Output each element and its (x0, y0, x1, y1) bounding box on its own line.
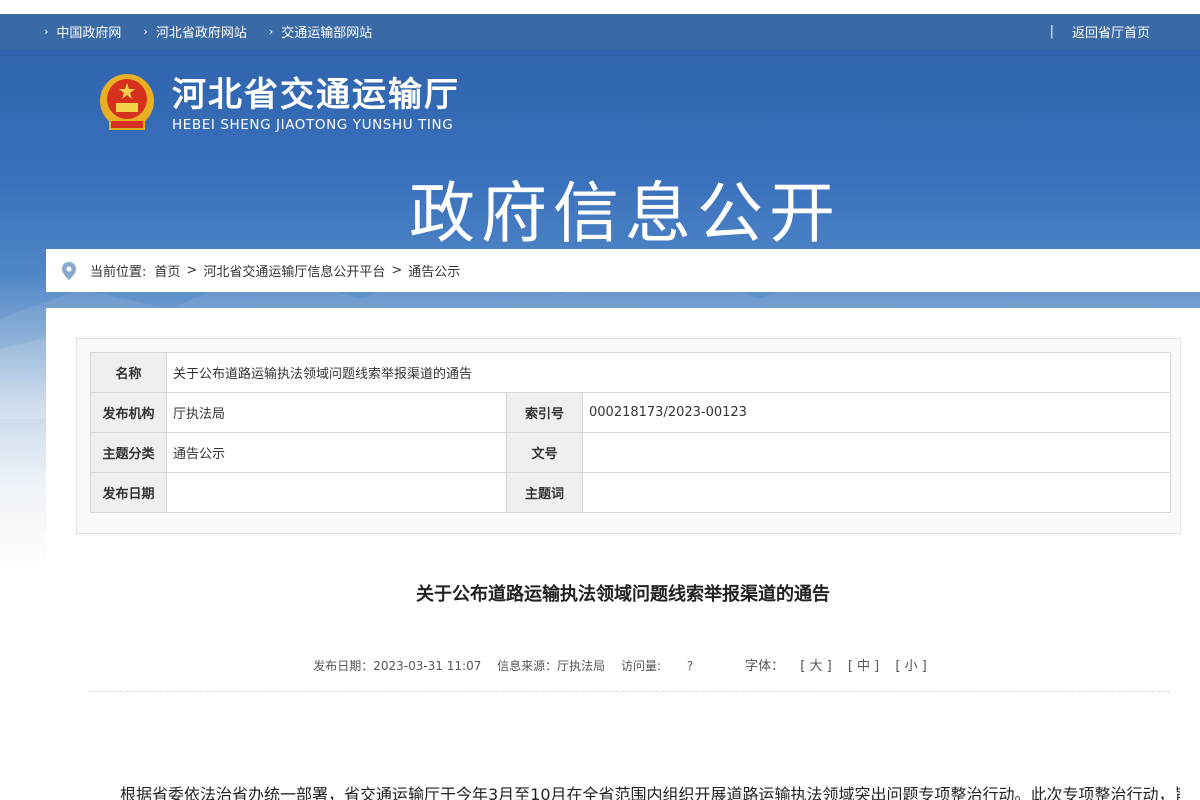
table-row: 发布机构 厅执法局 索引号 000218173/2023-00123 (90, 392, 1171, 433)
chevron-right-icon: › (268, 25, 274, 38)
font-small-button[interactable]: [ 小 ] (895, 659, 926, 674)
publisher-value: 厅执法局 (166, 392, 507, 433)
font-size-control: 字体： [ 大 ] [ 中 ] [ 小 ] (739, 659, 933, 674)
article-body: 根据省委依法治省办统一部署，省交通运输厅于今年3月至10月在全省范围内组织开展道… (120, 785, 1180, 800)
site-title-cn: 河北省交通运输厅 (172, 75, 460, 115)
breadcrumb-home[interactable]: 首页 (154, 261, 180, 280)
meta-date: 发布日期：2023-03-31 11:07 (313, 659, 482, 673)
breadcrumb-current[interactable]: 通告公示 (408, 261, 460, 280)
date-value (166, 472, 507, 513)
breadcrumb-sep: > (186, 263, 198, 278)
table-row: 主题分类 通告公示 文号 (90, 432, 1171, 473)
font-medium-button[interactable]: [ 中 ] (848, 659, 879, 674)
main-content: 名称 关于公布道路运输执法领域问题线索举报渠道的通告 发布机构 厅执法局 索引号… (46, 308, 1200, 800)
info-table: 名称 关于公布道路运输执法领域问题线索举报渠道的通告 发布机构 厅执法局 索引号… (90, 352, 1171, 513)
keywords-value (582, 472, 1171, 513)
article-meta: 发布日期：2023-03-31 11:07 信息来源：厅执法局 访问量: ? 字… (46, 655, 1200, 674)
home-link[interactable]: 返回省厅首页 (1072, 22, 1150, 41)
national-emblem-icon (100, 74, 154, 130)
info-panel: 名称 关于公布道路运输执法领域问题线索举报渠道的通告 发布机构 厅执法局 索引号… (76, 338, 1181, 534)
font-label: 字体： (745, 659, 785, 674)
location-pin-icon (62, 261, 76, 280)
doc-no-value (582, 432, 1171, 473)
name-label: 名称 (90, 352, 167, 393)
font-large-button[interactable]: [ 大 ] (800, 659, 831, 674)
link-label: 交通运输部网站 (281, 26, 373, 41)
link-hebei-gov[interactable]: › 河北省政府网站 (143, 22, 246, 41)
external-links: › 中国政府网 › 河北省政府网站 › 交通运输部网站 (44, 14, 394, 49)
breadcrumb-platform[interactable]: 河北省交通运输厅信息公开平台 (203, 261, 385, 280)
link-label: 中国政府网 (56, 26, 122, 41)
date-label: 发布日期 (90, 472, 167, 513)
link-mot[interactable]: › 交通运输部网站 (269, 22, 372, 41)
top-strip (0, 0, 1200, 14)
table-row: 名称 关于公布道路运输执法领域问题线索举报渠道的通告 (90, 352, 1171, 393)
link-label: 河北省政府网站 (155, 26, 247, 41)
section-title: 政府信息公开 (409, 175, 841, 252)
top-right: | 返回省厅首页 (1050, 14, 1150, 49)
meta-source: 信息来源：厅执法局 (497, 659, 606, 673)
breadcrumb-sep: > (391, 263, 403, 278)
category-label: 主题分类 (90, 432, 167, 473)
index-value: 000218173/2023-00123 (582, 392, 1171, 433)
meta-visits-value: ? (686, 659, 694, 673)
site-title-en: HEBEI SHENG JIAOTONG YUNSHU TING (172, 117, 454, 133)
chevron-right-icon: › (44, 25, 49, 38)
site-title: 河北省交通运输厅 HEBEI SHENG JIAOTONG YUNSHU TIN… (172, 75, 460, 133)
article-title: 关于公布道路运输执法领域问题线索举报渠道的通告 (416, 584, 830, 605)
separator: | (1049, 24, 1054, 39)
name-value: 关于公布道路运输执法领域问题线索举报渠道的通告 (166, 352, 1171, 393)
publisher-label: 发布机构 (90, 392, 167, 433)
meta-visits-label: 访问量: (621, 659, 662, 673)
category-value: 通告公示 (166, 432, 507, 473)
link-china-gov[interactable]: › 中国政府网 (44, 22, 121, 41)
divider (90, 691, 1170, 692)
chevron-right-icon: › (143, 25, 148, 38)
top-nav-bar: › 中国政府网 › 河北省政府网站 › 交通运输部网站 | 返回省厅首页 (0, 14, 1200, 49)
keywords-label: 主题词 (506, 472, 583, 513)
breadcrumb-prefix: 当前位置: (90, 265, 147, 280)
index-label: 索引号 (506, 392, 583, 433)
doc-no-label: 文号 (506, 432, 583, 473)
table-row: 发布日期 主题词 (90, 472, 1171, 513)
breadcrumb: 当前位置: 首页 > 河北省交通运输厅信息公开平台 > 通告公示 (46, 249, 1200, 292)
